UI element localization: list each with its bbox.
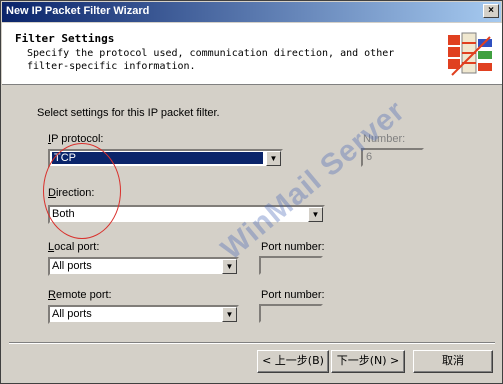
chevron-down-icon[interactable]: ▼ xyxy=(222,307,237,322)
back-button[interactable]: < 上一步(B) xyxy=(257,350,329,373)
remote-port-number-field xyxy=(259,304,323,323)
cancel-button[interactable]: 取消 xyxy=(413,350,493,373)
remote-port-number-label: Port number: xyxy=(261,289,325,301)
footer-divider xyxy=(9,342,495,344)
local-port-label: Local port: xyxy=(48,241,99,253)
remote-port-select[interactable]: All ports ▼ xyxy=(48,305,239,324)
remote-port-label-text: emote port: xyxy=(55,289,112,301)
header-description-line2: filter-specific information. xyxy=(27,61,196,72)
header-description: Specify the protocol used, communication… xyxy=(27,47,427,73)
local-port-value: All ports xyxy=(52,260,92,272)
annotation-circle xyxy=(43,143,121,239)
chevron-down-icon[interactable]: ▼ xyxy=(266,151,281,166)
remote-port-value: All ports xyxy=(52,308,92,320)
close-button[interactable]: × xyxy=(483,4,499,18)
remote-port-label-accel: R xyxy=(48,289,56,301)
wizard-filter-icon xyxy=(448,32,492,76)
wizard-window: New IP Packet Filter Wizard × Filter Set… xyxy=(0,0,503,384)
local-port-number-field xyxy=(259,256,323,275)
intro-text: Select settings for this IP packet filte… xyxy=(37,107,220,119)
local-port-label-text: ocal port: xyxy=(54,241,100,253)
local-port-select[interactable]: All ports ▼ xyxy=(48,257,239,276)
header-description-line1: Specify the protocol used, communication… xyxy=(27,48,395,59)
wizard-header: Filter Settings Specify the protocol use… xyxy=(2,23,502,85)
title-bar[interactable]: New IP Packet Filter Wizard × xyxy=(2,2,501,22)
window-title: New IP Packet Filter Wizard xyxy=(6,5,150,17)
remote-port-label: Remote port: xyxy=(48,289,112,301)
header-title: Filter Settings xyxy=(15,32,115,45)
local-port-number-label: Port number: xyxy=(261,241,325,253)
chevron-down-icon[interactable]: ▼ xyxy=(308,207,323,222)
next-button[interactable]: 下一步(N) > xyxy=(331,350,405,373)
